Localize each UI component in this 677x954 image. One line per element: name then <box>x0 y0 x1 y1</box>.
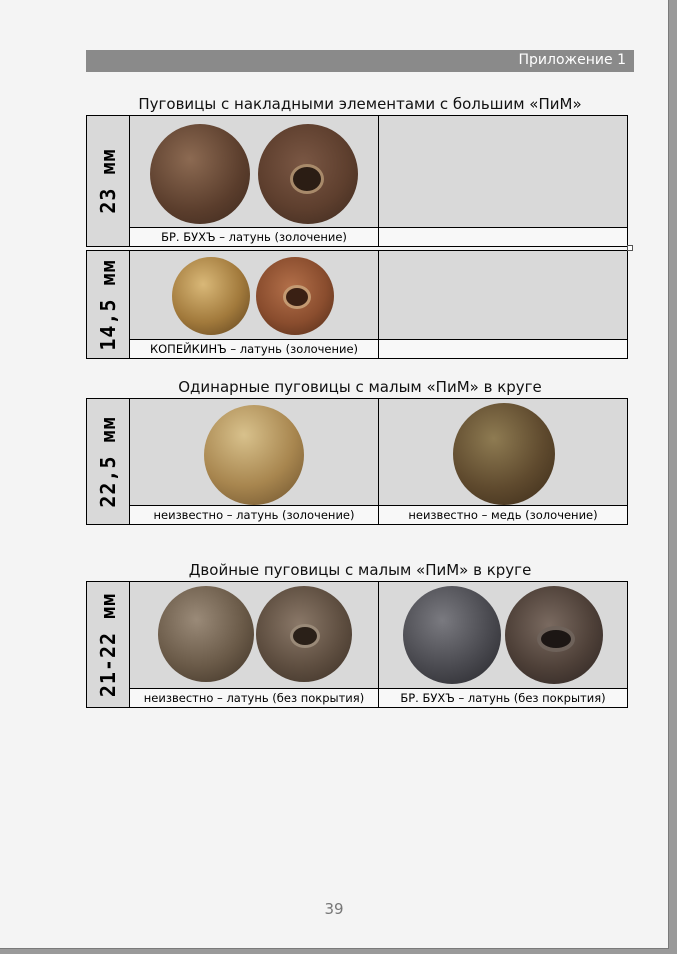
photo-cell-1: КОПЕЙКИНЪ – латунь (золочение) <box>130 251 379 358</box>
shank-icon <box>283 285 311 309</box>
section-title-3: Двойные пуговицы с малым «ПиМ» в круге <box>188 561 532 579</box>
button-photo-front <box>204 405 304 505</box>
button-photo-back <box>256 257 334 335</box>
size-label: 22,5 мм <box>96 415 120 508</box>
photo-cell-2: БР. БУХЪ – латунь (без покрытия) <box>379 582 627 707</box>
photo-cell-1: неизвестно – латунь (без покрытия) <box>130 582 379 707</box>
shank-icon <box>537 626 575 652</box>
button-row-14-5mm: 14,5 мм КОПЕЙКИНЪ – латунь (золочение) <box>86 250 628 359</box>
button-row-22-5mm: 22,5 мм неизвестно – латунь (золочение) … <box>86 398 628 525</box>
photo-caption: неизвестно – латунь (без покрытия) <box>130 688 378 707</box>
photo-caption: неизвестно – медь (золочение) <box>379 505 627 524</box>
size-label-cell: 14,5 мм <box>87 251 130 358</box>
button-photo-back <box>258 124 358 224</box>
photo-caption: БР. БУХЪ – латунь (золочение) <box>130 227 378 246</box>
photo-cell-2 <box>379 116 627 246</box>
shank-icon <box>290 624 320 648</box>
button-photo-front <box>172 257 250 335</box>
size-label: 21-22 мм <box>96 592 120 697</box>
photo-cell-1: БР. БУХЪ – латунь (золочение) <box>130 116 379 246</box>
section-title-1: Пуговицы с накладными элементами с больш… <box>138 95 582 113</box>
button-row-23mm: 23 мм БР. БУХЪ – латунь (золочение) <box>86 115 628 247</box>
button-photo-back <box>256 586 352 682</box>
button-photo-front <box>403 586 501 684</box>
section-title-2: Одинарные пуговицы с малым «ПиМ» в круге <box>178 378 542 396</box>
photo-cell-2 <box>379 251 627 358</box>
photo-caption <box>379 227 627 246</box>
photo-caption: КОПЕЙКИНЪ – латунь (золочение) <box>130 339 378 358</box>
size-label: 23 мм <box>96 148 120 214</box>
size-label: 14,5 мм <box>96 258 120 351</box>
size-label-cell: 23 мм <box>87 116 130 246</box>
button-photo-front <box>150 124 250 224</box>
photo-caption <box>379 339 627 358</box>
button-photo-front <box>158 586 254 682</box>
photo-cell-2: неизвестно – медь (золочение) <box>379 399 627 524</box>
page-number: 39 <box>324 900 344 918</box>
size-label-cell: 21-22 мм <box>87 582 130 707</box>
resize-handle[interactable] <box>627 245 633 251</box>
document-page: Приложение 1 Пуговицы с накладными элеме… <box>0 0 669 949</box>
appendix-label: Приложение 1 <box>518 52 626 68</box>
appendix-header-bar: Приложение 1 <box>86 50 634 72</box>
button-row-21-22mm: 21-22 мм неизвестно – латунь (без покрыт… <box>86 581 628 708</box>
photo-caption: БР. БУХЪ – латунь (без покрытия) <box>379 688 627 707</box>
button-photo-back <box>505 586 603 684</box>
photo-cell-1: неизвестно – латунь (золочение) <box>130 399 379 524</box>
photo-caption: неизвестно – латунь (золочение) <box>130 505 378 524</box>
shank-icon <box>290 164 324 194</box>
button-photo-front <box>453 403 555 505</box>
size-label-cell: 22,5 мм <box>87 399 130 524</box>
